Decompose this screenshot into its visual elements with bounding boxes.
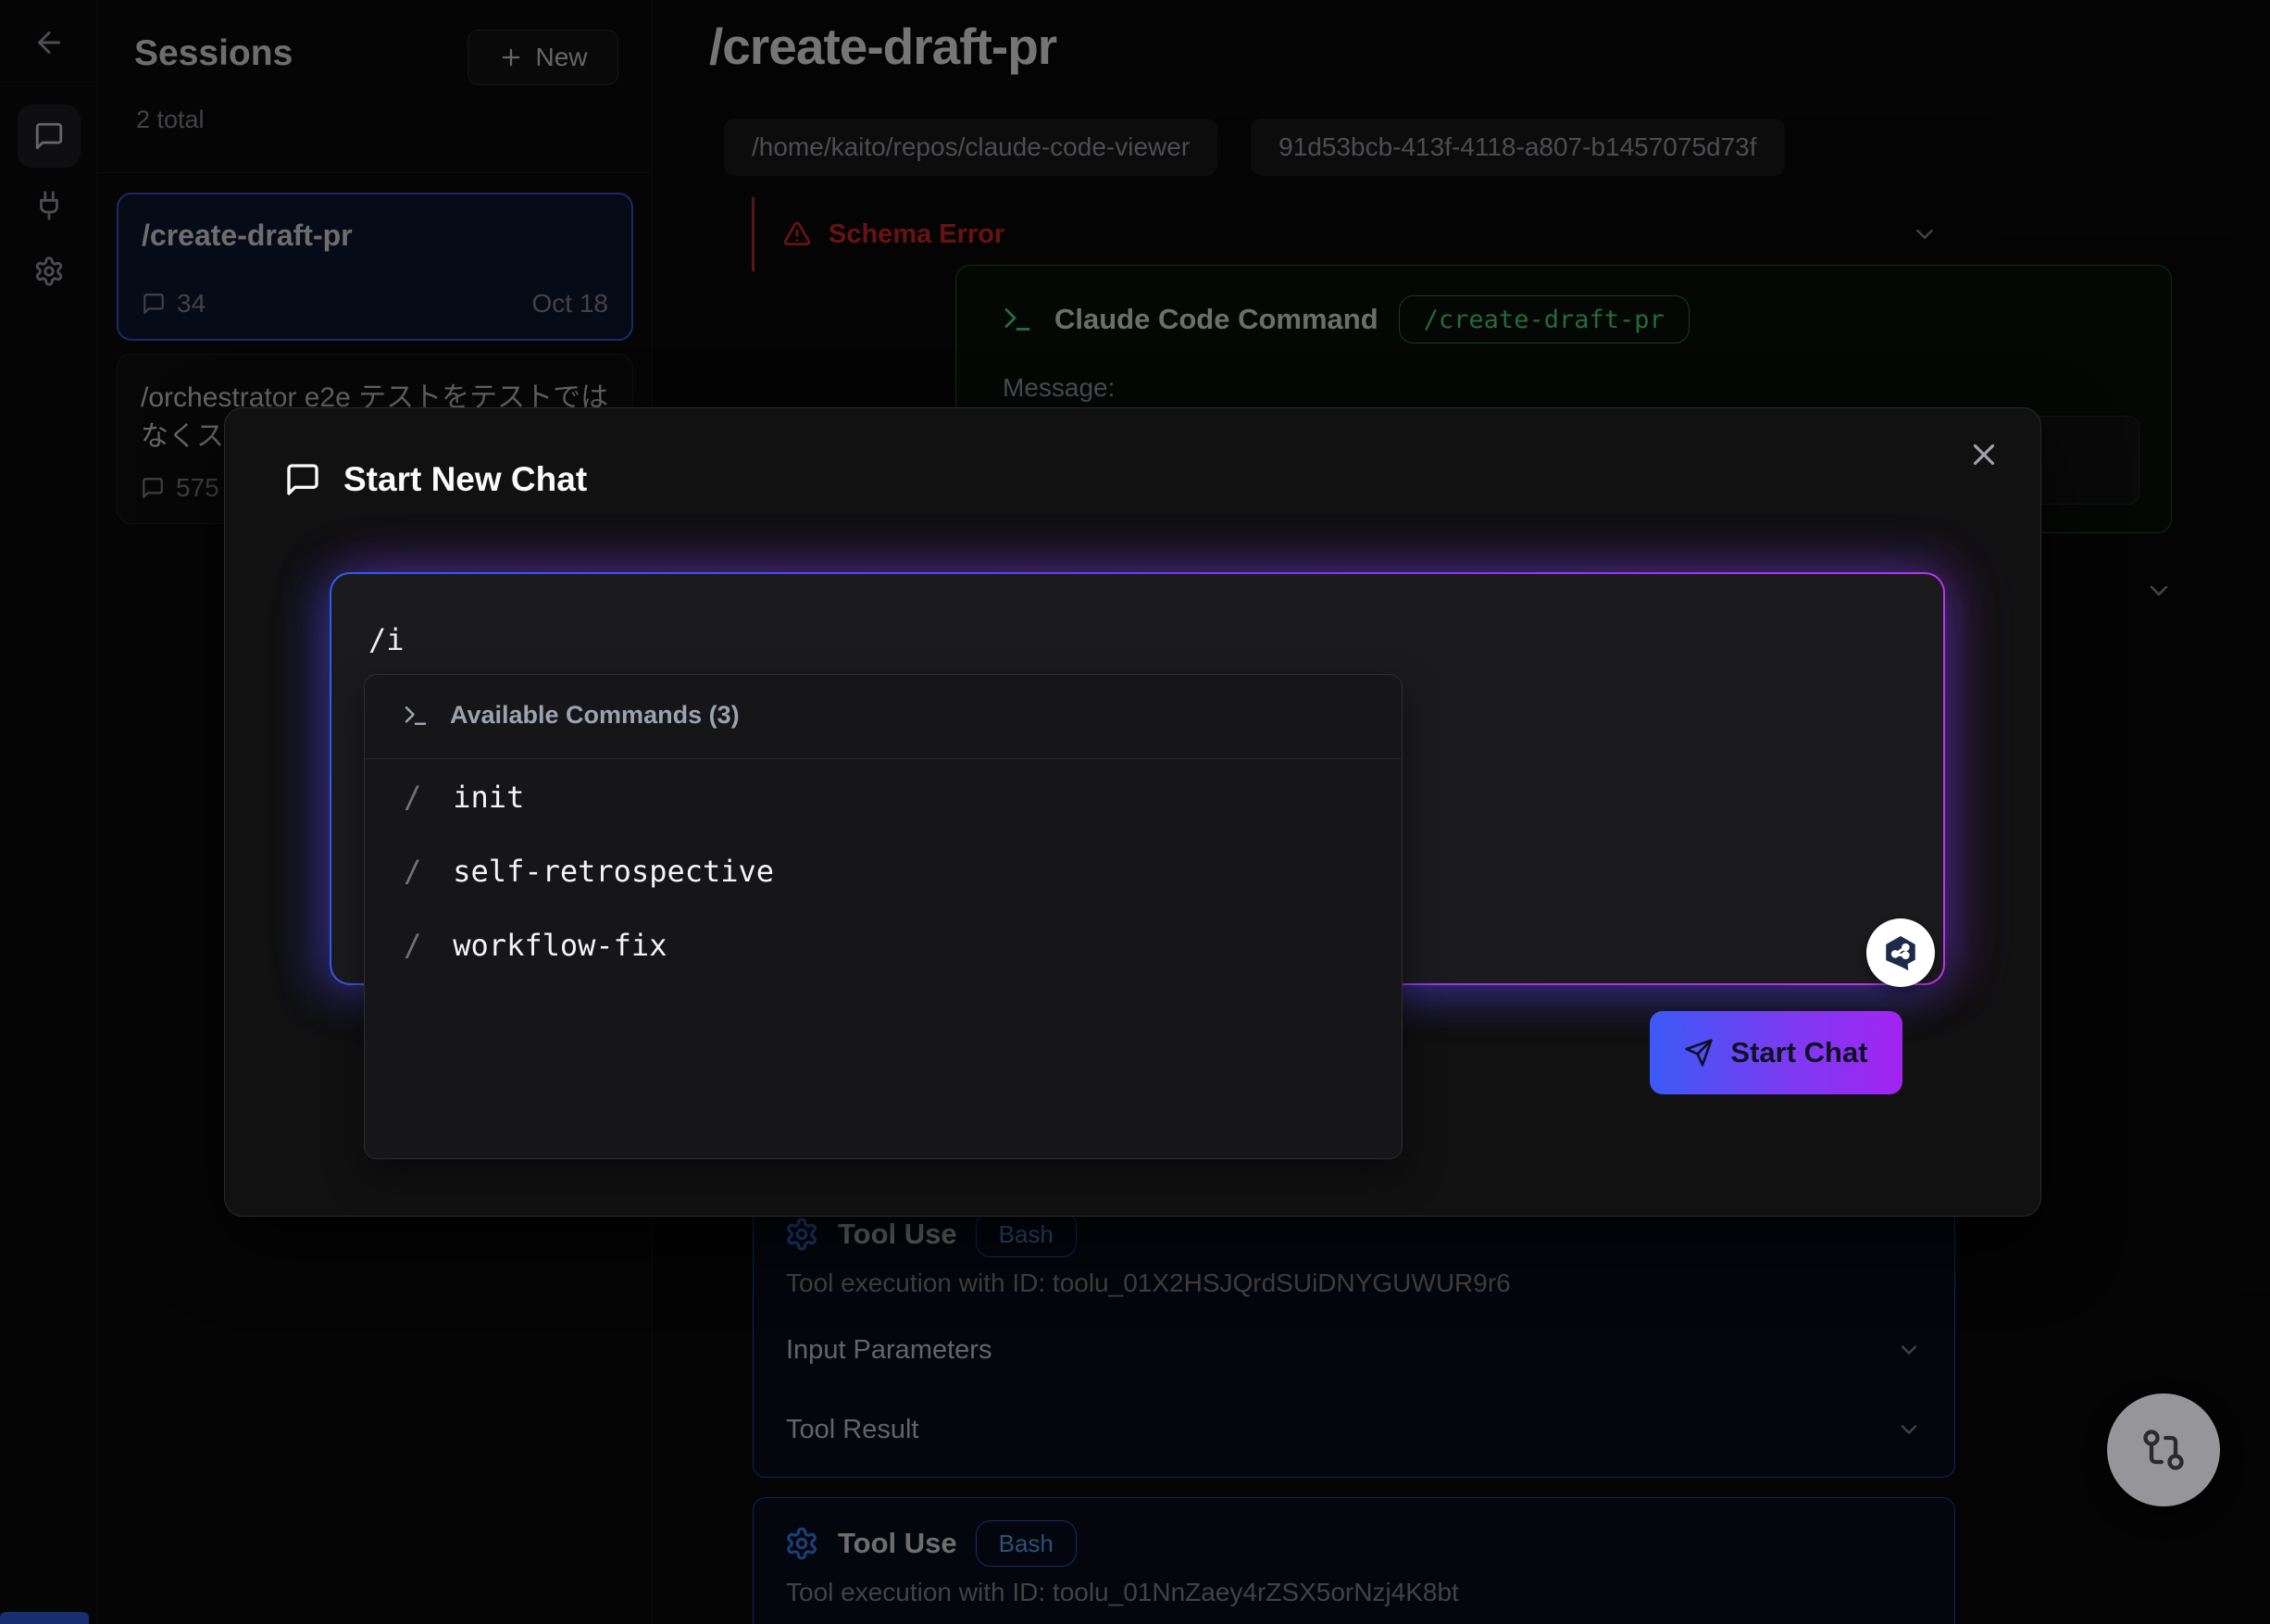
- modal-header: Start New Chat: [284, 460, 587, 499]
- close-icon: [1966, 437, 2002, 472]
- command-option-self-retrospective[interactable]: / self-retrospective: [365, 834, 1402, 908]
- git-compare-fab[interactable]: [2107, 1393, 2220, 1506]
- chat-message-input[interactable]: [368, 607, 1757, 672]
- command-name: self-retrospective: [453, 854, 774, 889]
- close-button[interactable]: [1958, 429, 2010, 481]
- start-new-chat-modal: Start New Chat Available Commands (3) / …: [224, 407, 2041, 1217]
- start-chat-label: Start Chat: [1730, 1036, 1867, 1069]
- command-option-init[interactable]: / init: [365, 760, 1402, 834]
- dropdown-header: Available Commands (3): [402, 701, 740, 730]
- command-name: init: [453, 780, 524, 815]
- command-suggestions-dropdown: Available Commands (3) / init / self-ret…: [364, 674, 1403, 1159]
- send-icon: [1684, 1038, 1714, 1068]
- app-root: Sessions New 2 total /create-draft-pr 34…: [0, 0, 2270, 1624]
- command-name: workflow-fix: [453, 928, 667, 963]
- start-chat-button[interactable]: Start Chat: [1650, 1011, 1902, 1094]
- dropdown-divider: [365, 758, 1402, 759]
- hex-chat-share-logo-icon: [1876, 928, 1926, 978]
- command-option-workflow-fix[interactable]: / workflow-fix: [365, 908, 1402, 982]
- extension-logo-button[interactable]: [1866, 918, 1935, 987]
- chat-bubble-icon: [284, 461, 321, 498]
- slash-prefix: /: [404, 780, 421, 815]
- modal-title: Start New Chat: [343, 460, 587, 499]
- slash-prefix: /: [404, 928, 421, 963]
- slash-prefix: /: [404, 854, 421, 889]
- terminal-icon: [402, 702, 430, 730]
- available-commands-label: Available Commands (3): [450, 701, 740, 730]
- git-compare-icon: [2139, 1426, 2188, 1474]
